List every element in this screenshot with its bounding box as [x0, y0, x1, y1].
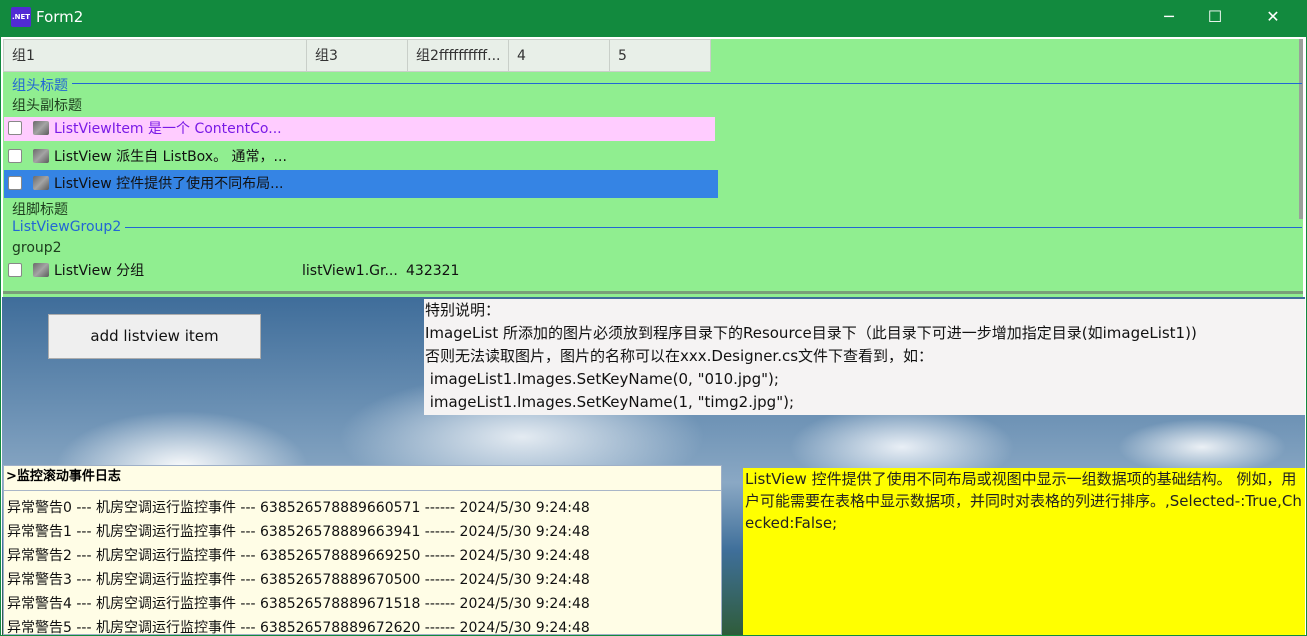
group-separator-line [12, 227, 1302, 228]
log-line: 异常警告5 --- 机房空调运行监控事件 --- 638526578889672… [7, 620, 590, 635]
close-button[interactable]: ✕ [1250, 0, 1296, 36]
list-view[interactable]: 组1 组3 组2ffffffffff... 4 5 组头标题 组头副标题 Lis… [3, 39, 1303, 297]
log-line: 异常警告2 --- 机房空调运行监控事件 --- 638526578889669… [7, 548, 590, 564]
group-header-subtitle: 组头副标题 [12, 98, 82, 114]
minimize-button[interactable]: ─ [1146, 0, 1192, 36]
item-text: ListView 分组 [54, 263, 145, 279]
item-thumbnail-icon [33, 149, 49, 163]
window-title: Form2 [36, 8, 84, 26]
note-line: imageList1.Images.SetKeyName(1, "timg2.j… [425, 393, 795, 411]
column-header-4[interactable]: 4 [508, 39, 610, 72]
list-item-selected[interactable]: ListView 控件提供了使用不同布局... [4, 170, 718, 198]
column-header-3[interactable]: 组2ffffffffff... [407, 39, 509, 72]
log-line: 异常警告4 --- 机房空调运行监控事件 --- 638526578889671… [7, 596, 590, 612]
vertical-scrollbar[interactable] [1299, 39, 1303, 219]
item-text: ListView 控件提供了使用不同布局... [54, 176, 284, 192]
column-header-row: 组1 组3 组2ffffffffff... 4 5 [3, 39, 711, 73]
item-subitem-2: 432321 [406, 263, 460, 279]
item-checkbox[interactable] [8, 176, 22, 190]
note-line: imageList1.Images.SetKeyName(0, "010.jpg… [425, 370, 779, 388]
item-checkbox[interactable] [8, 149, 22, 163]
group2-header-title[interactable]: ListViewGroup2 [12, 219, 126, 235]
item-thumbnail-icon [33, 121, 49, 135]
note-line: ImageList 所添加的图片必须放到程序目录下的Resource目录下（此目… [425, 324, 1197, 342]
list-item[interactable]: ListView 分组 listView1.Gr... 432321 [4, 259, 715, 283]
group2-subtitle: group2 [12, 240, 62, 256]
item-text: ListViewItem 是一个 ContentCo... [54, 121, 282, 137]
item-subitem-1: listView1.Gr... [302, 263, 398, 279]
column-header-2[interactable]: 组3 [306, 39, 408, 72]
list-item[interactable]: ListView 派生自 ListBox。 通常，... [4, 145, 715, 169]
item-thumbnail-icon [33, 263, 49, 277]
log-line: 异常警告0 --- 机房空调运行监控事件 --- 638526578889660… [7, 500, 590, 516]
event-log-panel[interactable]: >监控滚动事件日志 异常警告0 --- 机房空调运行监控事件 --- 63852… [3, 465, 722, 635]
item-thumbnail-icon [33, 176, 49, 190]
list-view-border [3, 291, 1303, 294]
log-line: 异常警告3 --- 机房空调运行监控事件 --- 638526578889670… [7, 572, 590, 588]
item-checkbox[interactable] [8, 263, 22, 277]
title-bar: .NET Form2 ─ ☐ ✕ [0, 0, 1307, 36]
note-line: 否则无法读取图片，图片的名称可以在xxx.Designer.cs文件下查看到，如… [425, 347, 934, 365]
item-text: ListView 派生自 ListBox。 通常，... [54, 149, 287, 165]
column-header-1[interactable]: 组1 [3, 39, 307, 72]
add-listview-item-button[interactable]: add listview item [48, 314, 261, 359]
column-header-5[interactable]: 5 [609, 39, 711, 72]
log-line: 异常警告1 --- 机房空调运行监控事件 --- 638526578889663… [7, 524, 590, 540]
event-log-header: >监控滚动事件日志 [4, 466, 721, 491]
group-footer-title: 组脚标题 [12, 202, 68, 218]
list-item[interactable]: ListViewItem 是一个 ContentCo... [4, 117, 715, 141]
instructions-note: 特别说明： ImageList 所添加的图片必须放到程序目录下的Resource… [424, 299, 1305, 415]
group-separator-line [12, 83, 1302, 84]
item-checkbox[interactable] [8, 121, 22, 135]
selected-item-status-box: ListView 控件提供了使用不同布局或视图中显示一组数据项的基础结构。 例如… [743, 468, 1305, 635]
note-line: 特别说明： [425, 301, 501, 319]
group-header-title[interactable]: 组头标题 [12, 75, 72, 95]
maximize-button[interactable]: ☐ [1192, 0, 1238, 36]
dotnet-app-icon: .NET [11, 7, 31, 27]
